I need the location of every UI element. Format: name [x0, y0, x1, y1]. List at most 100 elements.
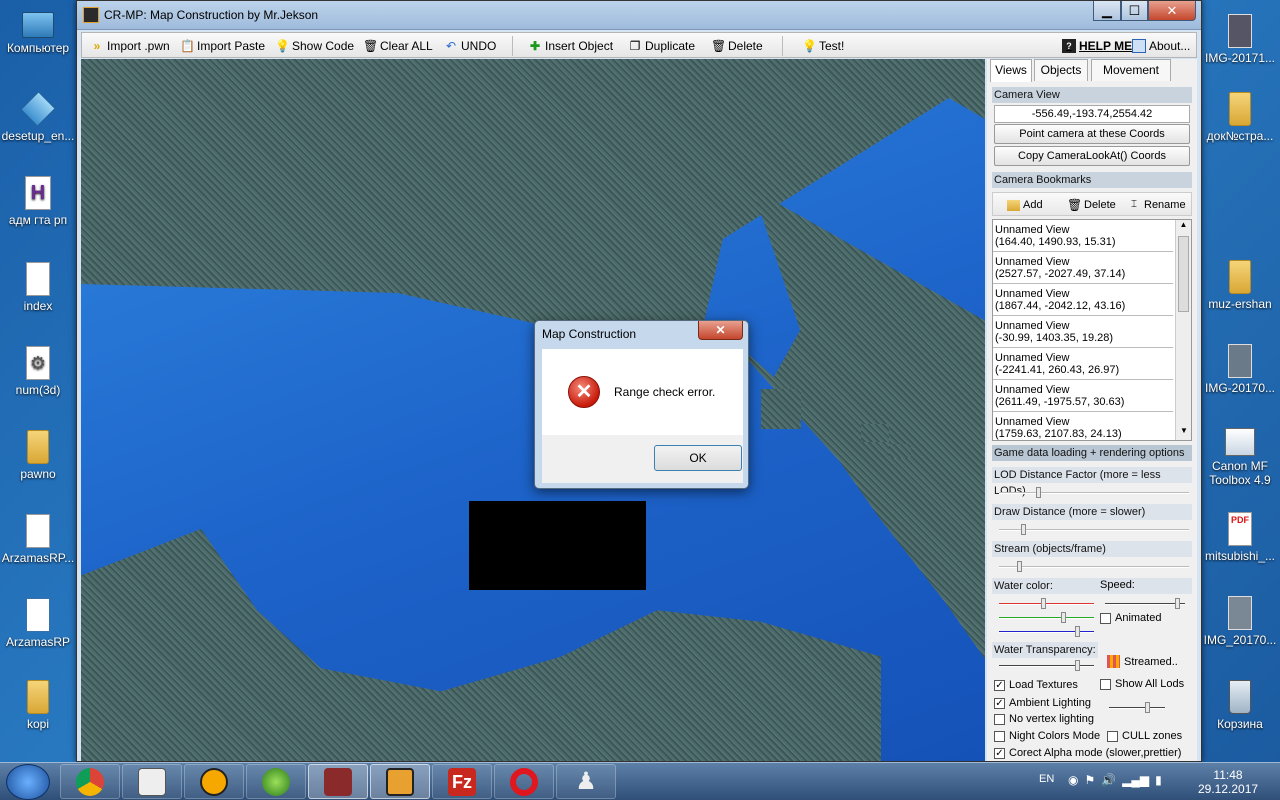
checkbox-box[interactable]: [1100, 678, 1111, 690]
close-button[interactable]: ✕: [1148, 1, 1196, 21]
ambient-lighting-checkbox[interactable]: ✓ Ambient Lighting: [994, 697, 1091, 709]
load-textures-checkbox[interactable]: ✓ Load Textures: [994, 679, 1078, 691]
list-item[interactable]: Unnamed View (-2241.41, 260.43, 26.97): [993, 348, 1173, 380]
correct-alpha-checkbox[interactable]: ✓ Corect Alpha mode (slower,prettier): [994, 747, 1181, 759]
tab-objects[interactable]: Objects: [1034, 59, 1088, 81]
delete-button[interactable]: 🗑 Delete: [711, 37, 763, 55]
lod-slider[interactable]: [999, 487, 1189, 498]
draw-distance-slider[interactable]: [999, 524, 1189, 535]
camera-coords-field[interactable]: -556.49,-193.74,2554.42: [994, 105, 1190, 123]
start-button[interactable]: [6, 764, 50, 800]
checkbox-box[interactable]: [994, 730, 1005, 742]
red-slider[interactable]: [999, 598, 1094, 609]
transparency-slider[interactable]: [999, 660, 1094, 671]
clear-all-button[interactable]: 🗑 Clear ALL: [363, 37, 433, 55]
taskbar-opera[interactable]: [494, 764, 554, 799]
insert-object-button[interactable]: ✚ Insert Object: [528, 37, 613, 55]
dialog-close-button[interactable]: ✕: [698, 321, 743, 340]
tray-icons[interactable]: ◉ ⚑ 🔊 ▂▄▆ ▮: [1068, 773, 1188, 789]
taskbar-image-editor[interactable]: [308, 764, 368, 799]
taskbar-map-construction[interactable]: [370, 764, 430, 799]
slider-thumb[interactable]: [1021, 524, 1026, 535]
power-icon[interactable]: ▮: [1155, 773, 1162, 789]
desktop-icon-muz[interactable]: muz-ershan: [1200, 260, 1280, 311]
desktop-icon-img1[interactable]: IMG-20171...: [1200, 14, 1280, 65]
list-item[interactable]: Unnamed View (1867.44, -2042.12, 43.16): [993, 284, 1173, 316]
desktop-icon-img3[interactable]: IMG_20170...: [1200, 596, 1280, 647]
desktop-icon-img2[interactable]: IMG-20170...: [1200, 344, 1280, 395]
scroll-down-icon[interactable]: ▼: [1176, 426, 1191, 440]
flag-tray-icon[interactable]: ⚑: [1084, 773, 1095, 789]
stream-slider[interactable]: [999, 561, 1189, 572]
network-tray-icon[interactable]: ◉: [1068, 773, 1078, 789]
scrollbar-thumb[interactable]: [1178, 236, 1189, 312]
streamed-button[interactable]: Streamed..: [1107, 655, 1178, 668]
slider-thumb[interactable]: [1041, 598, 1046, 609]
maximize-button[interactable]: ☐: [1121, 1, 1148, 21]
import-pwn-button[interactable]: » Import .pwn: [90, 37, 170, 55]
desktop-icon-recycle-bin[interactable]: Корзина: [1200, 680, 1280, 731]
scrollbar[interactable]: ▲ ▼: [1175, 220, 1191, 440]
slider-thumb[interactable]: [1145, 702, 1150, 713]
slider-thumb[interactable]: [1017, 561, 1022, 572]
speed-slider[interactable]: [1105, 598, 1185, 609]
desktop-icon-dok[interactable]: док№стра...: [1200, 92, 1280, 143]
checkbox-box[interactable]: ✓: [994, 679, 1005, 691]
desktop-icon-mitsubishi[interactable]: PDF mitsubishi_...: [1200, 512, 1280, 563]
copy-lookat-button[interactable]: Copy CameraLookAt() Coords: [994, 146, 1190, 166]
cull-zones-checkbox[interactable]: CULL zones: [1107, 730, 1182, 742]
ok-button[interactable]: OK: [654, 445, 742, 471]
minimize-button[interactable]: ▁: [1093, 1, 1121, 21]
list-item[interactable]: Unnamed View (1759.63, 2107.83, 24.13): [993, 412, 1173, 440]
desktop-icon-canon[interactable]: Canon MF Toolbox 4.9: [1200, 428, 1280, 487]
desktop-icon-arzamas-file[interactable]: ArzamasRP...: [0, 514, 76, 565]
tab-views[interactable]: Views: [990, 59, 1032, 82]
about-button[interactable]: About...: [1132, 37, 1190, 55]
bookmark-list[interactable]: Unnamed View (164.40, 1490.93, 15.31) Unn…: [992, 219, 1192, 441]
duplicate-button[interactable]: ❐ Duplicate: [628, 37, 695, 55]
list-item[interactable]: Unnamed View (164.40, 1490.93, 15.31): [993, 220, 1173, 252]
green-slider[interactable]: [999, 612, 1094, 623]
point-camera-button[interactable]: Point camera at these Coords: [994, 124, 1190, 144]
desktop-icon-index[interactable]: index: [0, 262, 76, 313]
show-code-button[interactable]: 💡 Show Code: [275, 37, 354, 55]
animated-checkbox[interactable]: Animated: [1100, 612, 1161, 624]
list-item[interactable]: Unnamed View (2527.57, -2027.49, 37.14): [993, 252, 1173, 284]
taskbar-filezilla[interactable]: Fz: [432, 764, 492, 799]
taskbar-avast[interactable]: [184, 764, 244, 799]
slider-thumb[interactable]: [1075, 626, 1080, 637]
desktop-icon-computer[interactable]: Компьютер: [0, 8, 76, 55]
slider-thumb[interactable]: [1061, 612, 1066, 623]
slider-thumb[interactable]: [1036, 487, 1041, 498]
desktop-icon-desetup[interactable]: desetup_en...: [0, 91, 76, 143]
taskbar-pawn[interactable]: ♟: [556, 764, 616, 799]
test-button[interactable]: 💡 Test!: [802, 37, 844, 55]
checkbox-box[interactable]: [994, 713, 1005, 725]
bookmark-delete-button[interactable]: 🗑 Delete: [1067, 196, 1116, 214]
desktop-icon-kopi[interactable]: kopi: [0, 680, 76, 731]
desktop-icon-adm[interactable]: H адм гта рп: [0, 176, 76, 227]
slider-thumb[interactable]: [1075, 660, 1080, 671]
lod-range-slider[interactable]: [1109, 702, 1165, 713]
no-vertex-lighting-checkbox[interactable]: No vertex lighting: [994, 713, 1094, 725]
show-all-lods-checkbox[interactable]: Show All Lods: [1100, 678, 1184, 690]
checkbox-box[interactable]: ✓: [994, 697, 1005, 709]
taskbar-easy-apk[interactable]: [122, 764, 182, 799]
blue-slider[interactable]: [999, 626, 1094, 637]
signal-icon[interactable]: ▂▄▆: [1122, 773, 1149, 789]
taskbar-chrome[interactable]: [60, 764, 120, 799]
night-colors-checkbox[interactable]: Night Colors Mode: [994, 730, 1100, 742]
3d-viewport[interactable]: [81, 59, 985, 761]
list-item[interactable]: Unnamed View (2611.49, -1975.57, 30.63): [993, 380, 1173, 412]
scroll-up-icon[interactable]: ▲: [1176, 220, 1191, 234]
title-bar[interactable]: CR-MP: Map Construction by Mr.Jekson ▁ ☐…: [77, 1, 1201, 30]
bookmark-add-button[interactable]: Add: [1007, 196, 1043, 214]
checkbox-box[interactable]: ✓: [994, 747, 1005, 759]
bookmark-rename-button[interactable]: ⌶ Rename: [1127, 196, 1186, 214]
desktop-icon-num3d[interactable]: ⚙ num(3d): [0, 346, 76, 397]
tab-movement[interactable]: Movement: [1091, 59, 1171, 81]
checkbox-box[interactable]: [1107, 730, 1118, 742]
desktop-icon-pawno[interactable]: pawno: [0, 430, 76, 481]
desktop-icon-arzamas[interactable]: ArzamasRP: [0, 598, 76, 649]
volume-icon[interactable]: 🔊: [1101, 773, 1116, 789]
